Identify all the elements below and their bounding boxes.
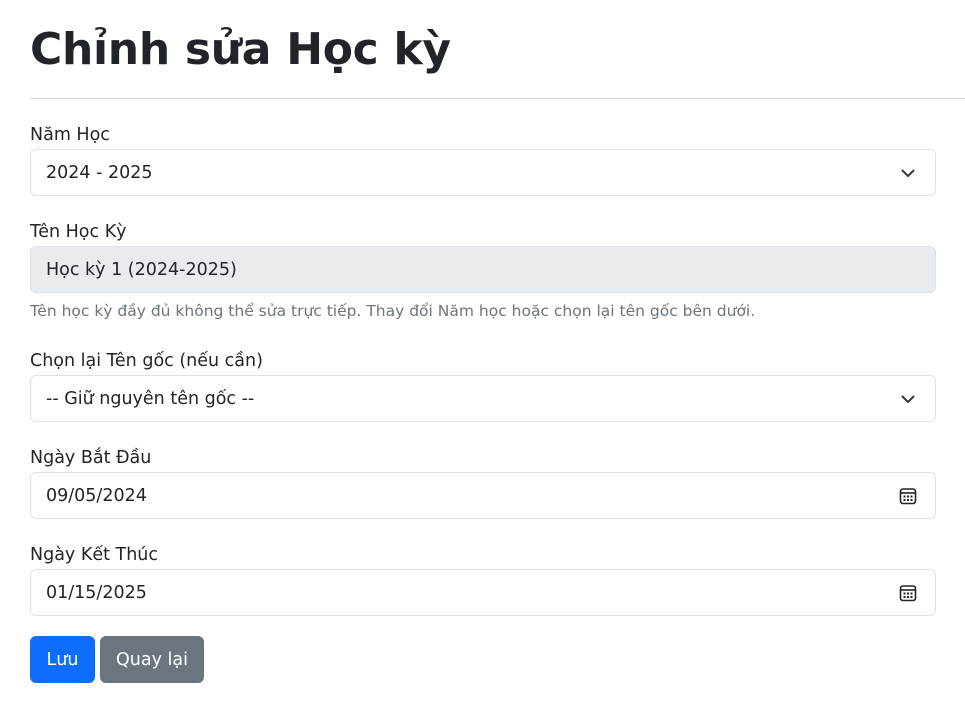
semester-name-label: Tên Học Kỳ: [30, 222, 127, 242]
start-date-label: Ngày Bắt Đầu: [30, 448, 152, 468]
end-date-label: Ngày Kết Thúc: [30, 545, 159, 565]
semester-name-field: Học kỳ 1 (2024-2025): [30, 246, 936, 293]
back-button[interactable]: Quay lại: [100, 636, 204, 683]
chevron-down-icon: [898, 389, 918, 409]
chevron-down-icon: [898, 163, 918, 183]
start-date-value: 09/05/2024: [46, 485, 147, 506]
school-year-value: 2024 - 2025: [46, 162, 153, 183]
divider: [30, 98, 965, 99]
calendar-icon[interactable]: [898, 486, 918, 506]
semester-name-help: Tên học kỳ đầy đủ không thể sửa trực tiế…: [30, 302, 756, 320]
end-date-input[interactable]: 01/15/2025: [30, 569, 936, 616]
calendar-icon[interactable]: [898, 583, 918, 603]
original-name-value: -- Giữ nguyên tên gốc --: [46, 388, 255, 409]
end-date-value: 01/15/2025: [46, 582, 147, 603]
school-year-label: Năm Học: [30, 125, 110, 145]
school-year-select[interactable]: 2024 - 2025: [30, 149, 936, 196]
original-name-label: Chọn lại Tên gốc (nếu cần): [30, 351, 263, 371]
save-button[interactable]: Lưu: [30, 636, 95, 683]
semester-name-value: Học kỳ 1 (2024-2025): [46, 259, 237, 280]
start-date-input[interactable]: 09/05/2024: [30, 472, 936, 519]
original-name-select[interactable]: -- Giữ nguyên tên gốc --: [30, 375, 936, 422]
edit-semester-page: Chỉnh sửa Học kỳ Năm Học 2024 - 2025 Tên…: [0, 0, 965, 708]
page-title: Chỉnh sửa Học kỳ: [30, 24, 451, 75]
